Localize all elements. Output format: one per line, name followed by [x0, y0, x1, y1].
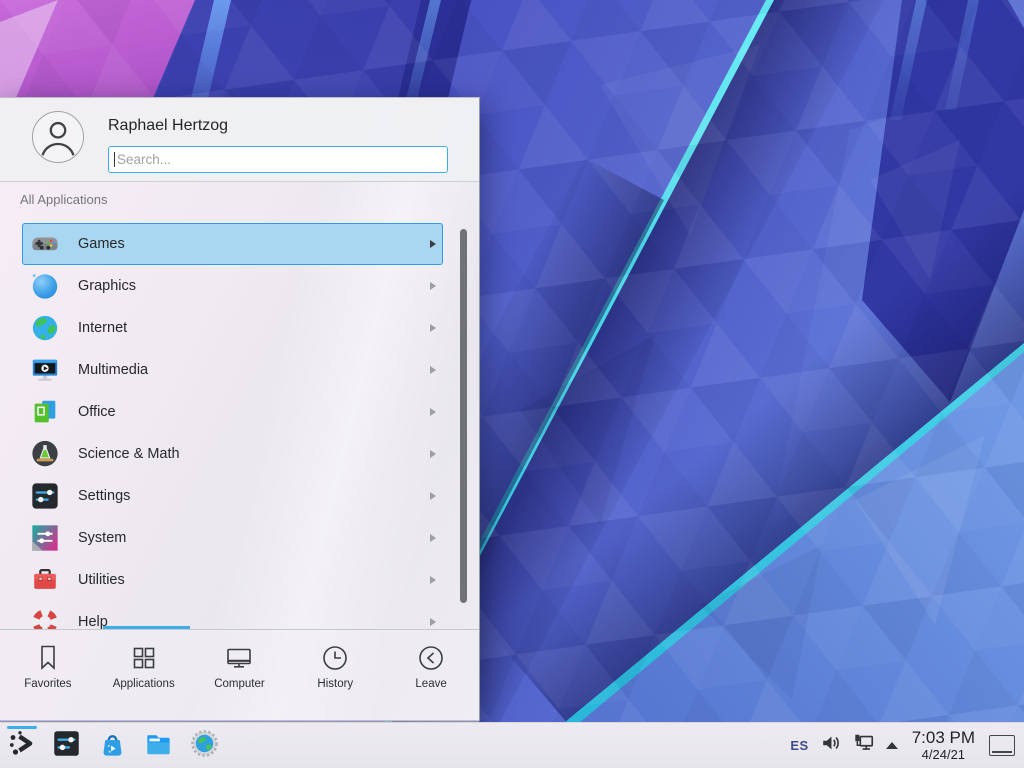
chevron-right-icon — [430, 240, 436, 248]
category-row-utilities[interactable]: Utilities — [22, 559, 443, 601]
launcher-footer-tabs: Favorites Applications — [0, 629, 479, 722]
scrollbar[interactable] — [460, 229, 467, 603]
internet-icon — [30, 313, 60, 343]
tab-history[interactable]: History — [287, 630, 383, 722]
tab-label: Favorites — [24, 678, 71, 690]
expand-tray-icon[interactable] — [886, 742, 898, 749]
category-row-system[interactable]: System — [22, 517, 443, 559]
computer-icon — [224, 643, 254, 673]
category-row-multimedia[interactable]: Multimedia — [22, 349, 443, 391]
taskbar-app-file-manager[interactable] — [138, 723, 178, 768]
category-label: Settings — [78, 488, 430, 504]
category-label: Graphics — [78, 278, 430, 294]
chevron-right-icon — [430, 324, 436, 332]
history-icon — [320, 643, 350, 673]
chevron-right-icon — [430, 576, 436, 584]
tab-computer[interactable]: Computer — [192, 630, 288, 722]
category-row-graphics[interactable]: Graphics — [22, 265, 443, 307]
clock-time: 7:03 PM — [912, 729, 975, 747]
system-tray: ES 7:03 PM 4/24/21 — [790, 729, 1024, 761]
active-tab-indicator — [103, 626, 190, 629]
discover-icon — [98, 729, 127, 763]
category-label: Science & Math — [78, 446, 430, 462]
tab-label: Leave — [415, 678, 446, 690]
applications-icon — [129, 643, 159, 673]
taskbar-app-system-settings[interactable] — [46, 723, 86, 768]
launcher-header: Raphael Hertzog — [0, 98, 479, 182]
category-row-help[interactable]: Help — [22, 601, 443, 629]
chevron-right-icon — [430, 618, 436, 626]
category-row-games[interactable]: Games — [22, 223, 443, 265]
keyboard-layout-indicator[interactable]: ES — [790, 738, 808, 753]
clock-date: 4/24/21 — [922, 748, 965, 762]
category-row-science-math[interactable]: Science & Math — [22, 433, 443, 475]
graphics-icon — [30, 271, 60, 301]
section-label: All Applications — [0, 182, 479, 223]
chevron-right-icon — [430, 534, 436, 542]
settings-icon — [30, 481, 60, 511]
chevron-right-icon — [430, 282, 436, 290]
search-input[interactable] — [108, 146, 448, 173]
category-label: Multimedia — [78, 362, 430, 378]
network-icon[interactable] — [853, 732, 875, 759]
taskbar-app-web-browser[interactable] — [184, 723, 224, 768]
category-label: Office — [78, 404, 430, 420]
category-label: Games — [78, 236, 430, 252]
show-desktop-button[interactable] — [989, 735, 1015, 756]
user-avatar-icon — [33, 149, 83, 166]
category-row-internet[interactable]: Internet — [22, 307, 443, 349]
chevron-right-icon — [430, 492, 436, 500]
user-avatar[interactable] — [32, 111, 84, 163]
multimedia-icon — [30, 355, 60, 385]
category-row-office[interactable]: Office — [22, 391, 443, 433]
office-icon — [30, 397, 60, 427]
app-launcher-icon — [7, 728, 37, 763]
web-browser-icon — [190, 729, 219, 763]
tab-label: History — [317, 678, 353, 690]
science-math-icon — [30, 439, 60, 469]
category-row-settings[interactable]: Settings — [22, 475, 443, 517]
category-label: Utilities — [78, 572, 430, 588]
chevron-right-icon — [430, 408, 436, 416]
file-manager-icon — [144, 729, 173, 763]
category-label: Internet — [78, 320, 430, 336]
utilities-icon — [30, 565, 60, 595]
tab-leave[interactable]: Leave — [383, 630, 479, 722]
application-launcher-popup: Raphael Hertzog All Applications — [0, 97, 480, 721]
text-caret — [114, 152, 115, 167]
category-label: System — [78, 530, 430, 546]
tab-applications[interactable]: Applications — [96, 630, 192, 722]
digital-clock[interactable]: 7:03 PM 4/24/21 — [912, 729, 975, 761]
category-list: Games Graphics — [0, 223, 479, 629]
chevron-right-icon — [430, 450, 436, 458]
volume-icon[interactable] — [820, 732, 842, 759]
chevron-right-icon — [430, 366, 436, 374]
games-icon — [30, 229, 60, 259]
system-settings-icon — [52, 729, 81, 763]
desktop: Raphael Hertzog All Applications — [0, 0, 1024, 768]
tab-label: Computer — [214, 678, 265, 690]
taskbar: ES 7:03 PM 4/24/21 — [0, 722, 1024, 768]
favorites-icon — [33, 643, 63, 673]
system-icon — [30, 523, 60, 553]
help-icon — [30, 607, 60, 629]
tab-label: Applications — [113, 678, 175, 690]
tab-favorites[interactable]: Favorites — [0, 630, 96, 722]
user-name: Raphael Hertzog — [108, 117, 228, 135]
leave-icon — [416, 643, 446, 673]
active-task-indicator — [7, 726, 37, 729]
app-launcher-button[interactable] — [4, 723, 40, 768]
taskbar-app-discover[interactable] — [92, 723, 132, 768]
